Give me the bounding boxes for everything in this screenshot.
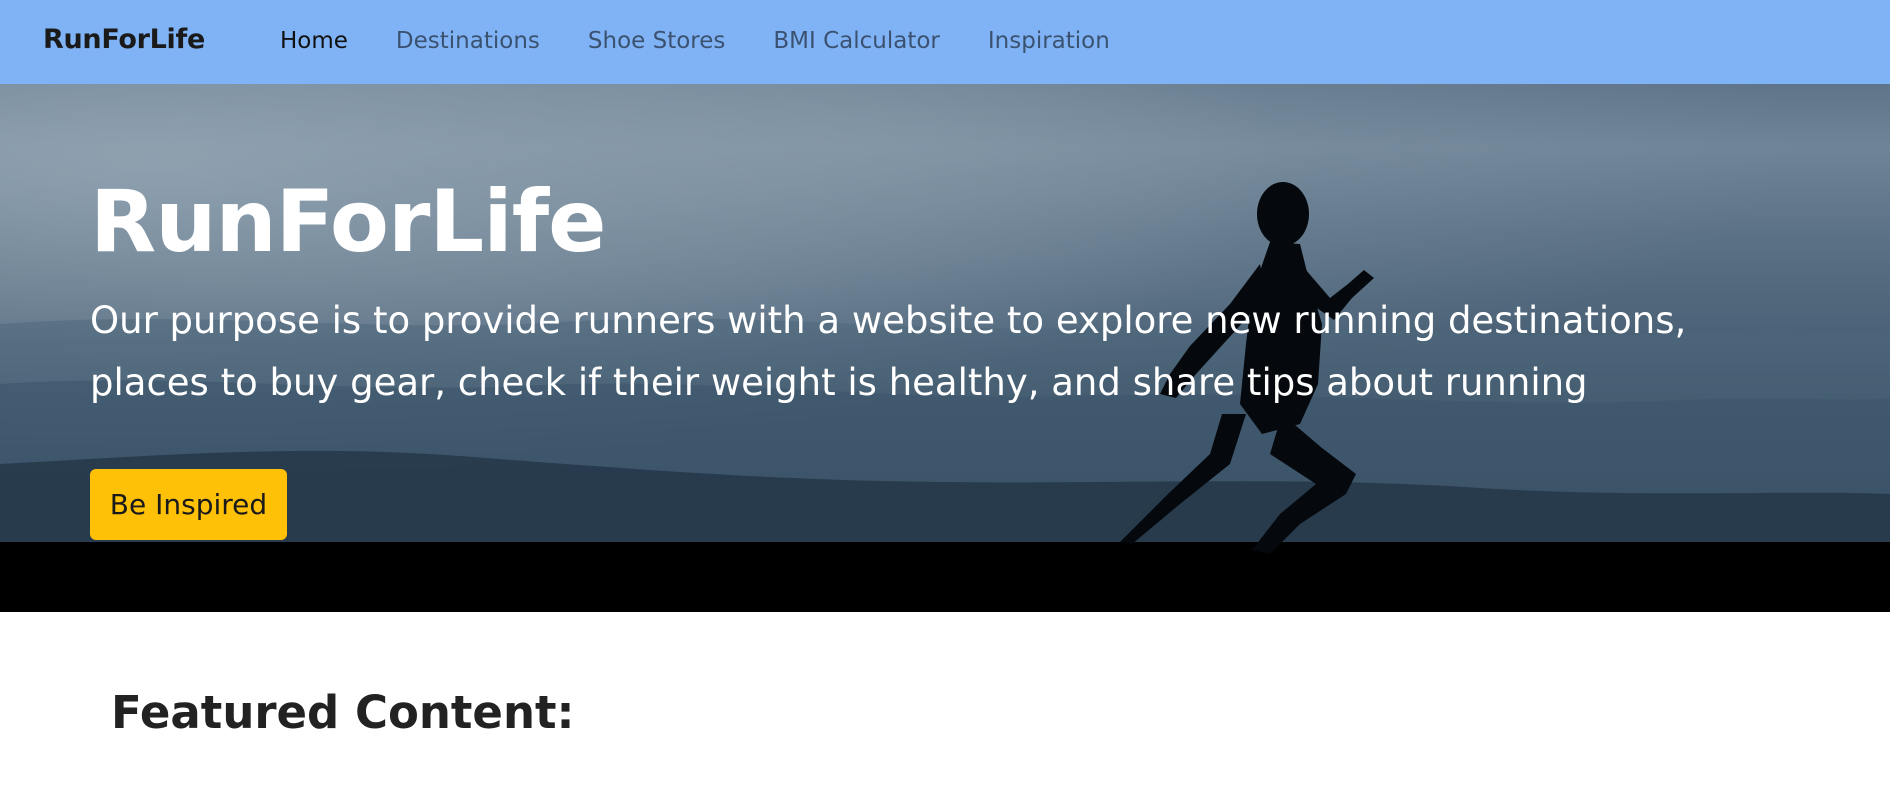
nav-link-bmi-calculator[interactable]: BMI Calculator [773, 28, 940, 54]
nav-link-destinations[interactable]: Destinations [396, 28, 540, 54]
nav-link-shoe-stores[interactable]: Shoe Stores [588, 28, 725, 54]
hero-section: RunForLife Our purpose is to provide run… [0, 84, 1890, 612]
hero-title: RunForLife [90, 172, 606, 272]
featured-content-heading: Featured Content: [111, 686, 575, 739]
hero-lead-text: Our purpose is to provide runners with a… [90, 299, 1687, 404]
be-inspired-button[interactable]: Be Inspired [90, 469, 287, 540]
nav-link-home[interactable]: Home [280, 28, 348, 54]
nav-links: Home Destinations Shoe Stores BMI Calcul… [280, 28, 1110, 54]
nav-link-inspiration[interactable]: Inspiration [988, 28, 1110, 54]
brand-logo-link[interactable]: RunForLife [43, 24, 205, 55]
navbar: RunForLife Home Destinations Shoe Stores… [0, 0, 1890, 84]
